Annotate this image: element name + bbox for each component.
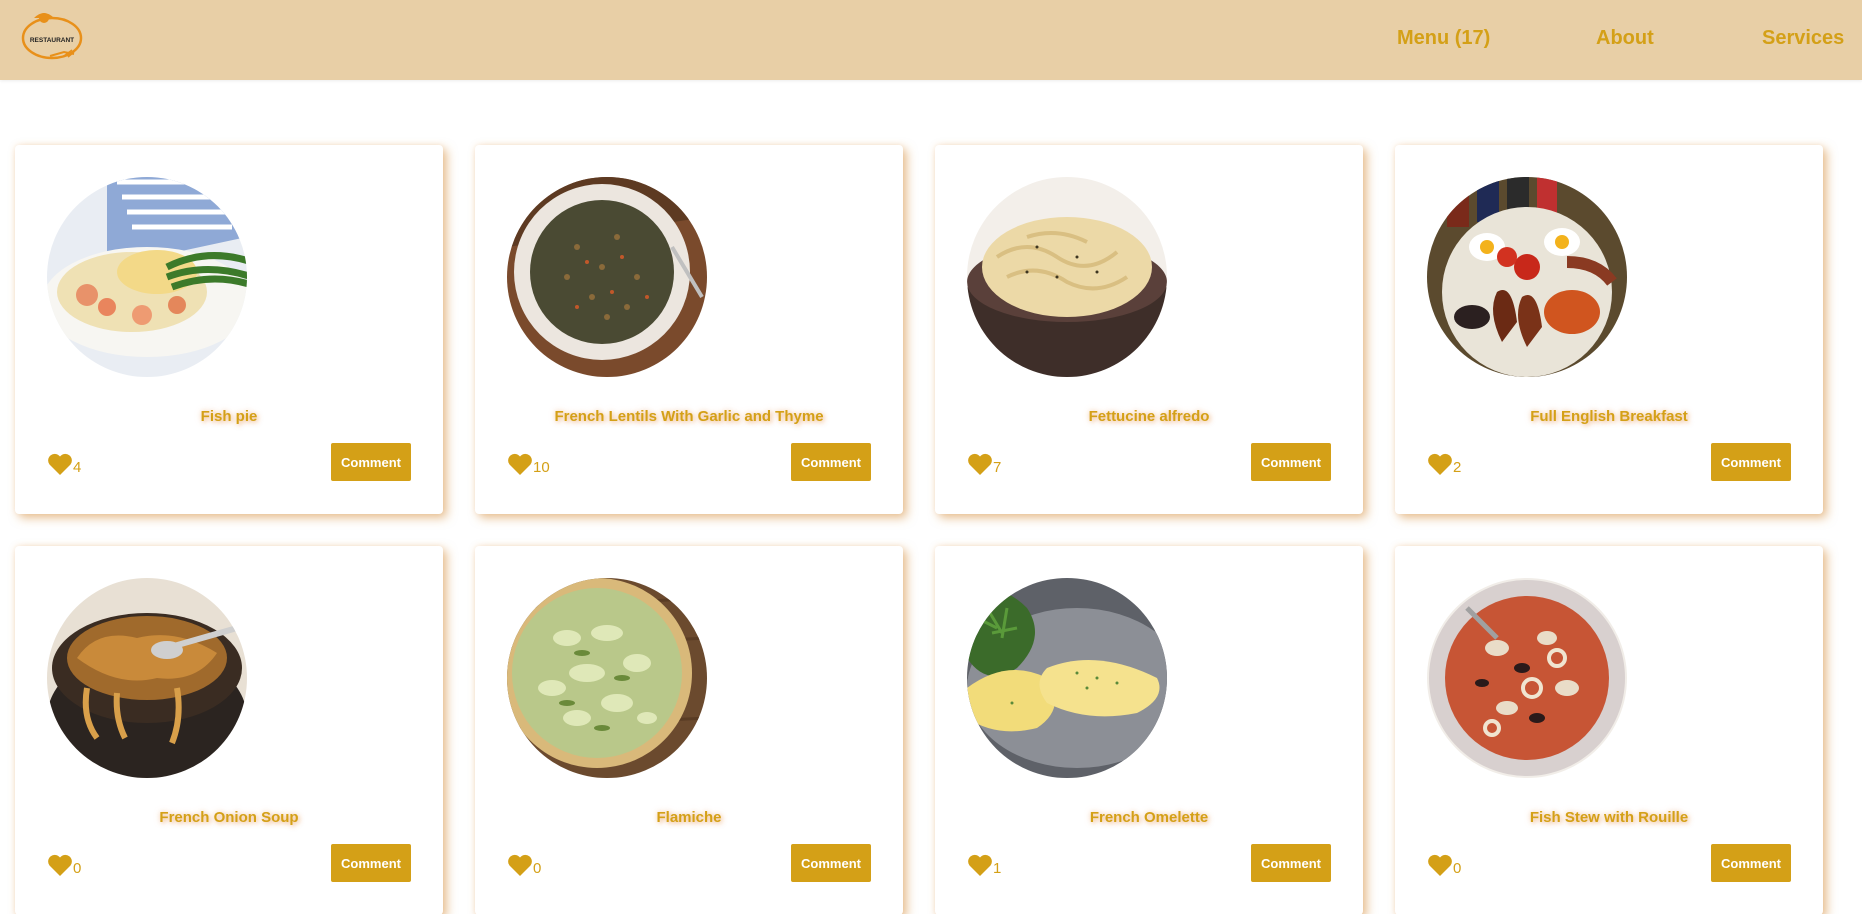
dish-image-fish-pie bbox=[47, 177, 247, 377]
heart-icon bbox=[48, 453, 72, 475]
comment-button[interactable]: Comment bbox=[1251, 443, 1331, 481]
dish-image-omelette bbox=[967, 578, 1167, 778]
dish-card: French Onion Soup 0 Comment bbox=[15, 546, 443, 914]
heart-icon bbox=[508, 854, 532, 876]
dish-title: French Omelette bbox=[1089, 809, 1209, 826]
like-count: 10 bbox=[533, 459, 550, 476]
heart-icon bbox=[968, 453, 992, 475]
comment-button[interactable]: Comment bbox=[331, 844, 411, 882]
dish-image-lentils bbox=[507, 177, 707, 377]
dish-title: Fish pie bbox=[200, 408, 258, 425]
restaurant-logo[interactable]: RESTAURANT bbox=[20, 10, 84, 62]
like-count: 0 bbox=[533, 860, 542, 877]
comment-button[interactable]: Comment bbox=[1711, 443, 1791, 481]
dish-image-fish-stew bbox=[1427, 578, 1627, 778]
like-button[interactable]: 10 bbox=[507, 450, 550, 476]
nav-services-link[interactable]: Services bbox=[1762, 24, 1844, 52]
like-count: 1 bbox=[993, 860, 1002, 877]
heart-icon bbox=[48, 854, 72, 876]
like-button[interactable]: 2 bbox=[1427, 450, 1461, 476]
like-count: 7 bbox=[993, 459, 1002, 476]
nav-about-link[interactable]: About bbox=[1596, 24, 1654, 52]
dish-image-fettucine bbox=[967, 177, 1167, 377]
comment-button[interactable]: Comment bbox=[331, 443, 411, 481]
like-button[interactable]: 0 bbox=[1427, 851, 1461, 877]
dish-image-english-breakfast bbox=[1427, 177, 1627, 377]
like-button[interactable]: 0 bbox=[507, 851, 541, 877]
site-header: RESTAURANT Menu (17) About Services bbox=[0, 0, 1862, 80]
heart-icon bbox=[968, 854, 992, 876]
comment-button[interactable]: Comment bbox=[1251, 844, 1331, 882]
dish-card: Full English Breakfast 2 Comment bbox=[1395, 145, 1823, 514]
heart-icon bbox=[508, 453, 532, 475]
nav-menu-link[interactable]: Menu (17) bbox=[1397, 24, 1490, 52]
dish-title: Fettucine alfredo bbox=[1088, 408, 1210, 425]
heart-icon bbox=[1428, 854, 1452, 876]
svg-text:RESTAURANT: RESTAURANT bbox=[30, 37, 74, 44]
dish-image-flamiche bbox=[507, 578, 707, 778]
comment-button[interactable]: Comment bbox=[791, 443, 871, 481]
like-button[interactable]: 4 bbox=[47, 450, 81, 476]
dish-card: Fish Stew with Rouille 0 Comment bbox=[1395, 546, 1823, 914]
dish-title: Flamiche bbox=[656, 809, 722, 826]
comment-button[interactable]: Comment bbox=[791, 844, 871, 882]
like-count: 0 bbox=[1453, 860, 1462, 877]
dish-image-onion-soup bbox=[47, 578, 247, 778]
heart-icon bbox=[1428, 453, 1452, 475]
dish-card: Flamiche 0 Comment bbox=[475, 546, 903, 914]
comment-button[interactable]: Comment bbox=[1711, 844, 1791, 882]
like-count: 0 bbox=[73, 860, 82, 877]
like-count: 4 bbox=[73, 459, 82, 476]
dish-card: Fish pie 4 Comment bbox=[15, 145, 443, 514]
dish-card: French Omelette 1 Comment bbox=[935, 546, 1363, 914]
like-button[interactable]: 7 bbox=[967, 450, 1001, 476]
like-button[interactable]: 0 bbox=[47, 851, 81, 877]
dish-card: French Lentils With Garlic and Thyme 10 … bbox=[475, 145, 903, 514]
dish-title: Full English Breakfast bbox=[1530, 408, 1688, 425]
dish-card: Fettucine alfredo 7 Comment bbox=[935, 145, 1363, 514]
dish-title: French Lentils With Garlic and Thyme bbox=[554, 408, 824, 425]
dish-grid: Fish pie 4 Comment French Lentils With G… bbox=[15, 145, 1823, 914]
dish-title: Fish Stew with Rouille bbox=[1529, 809, 1689, 826]
dish-title: French Onion Soup bbox=[159, 809, 299, 826]
like-button[interactable]: 1 bbox=[967, 851, 1001, 877]
like-count: 2 bbox=[1453, 459, 1462, 476]
